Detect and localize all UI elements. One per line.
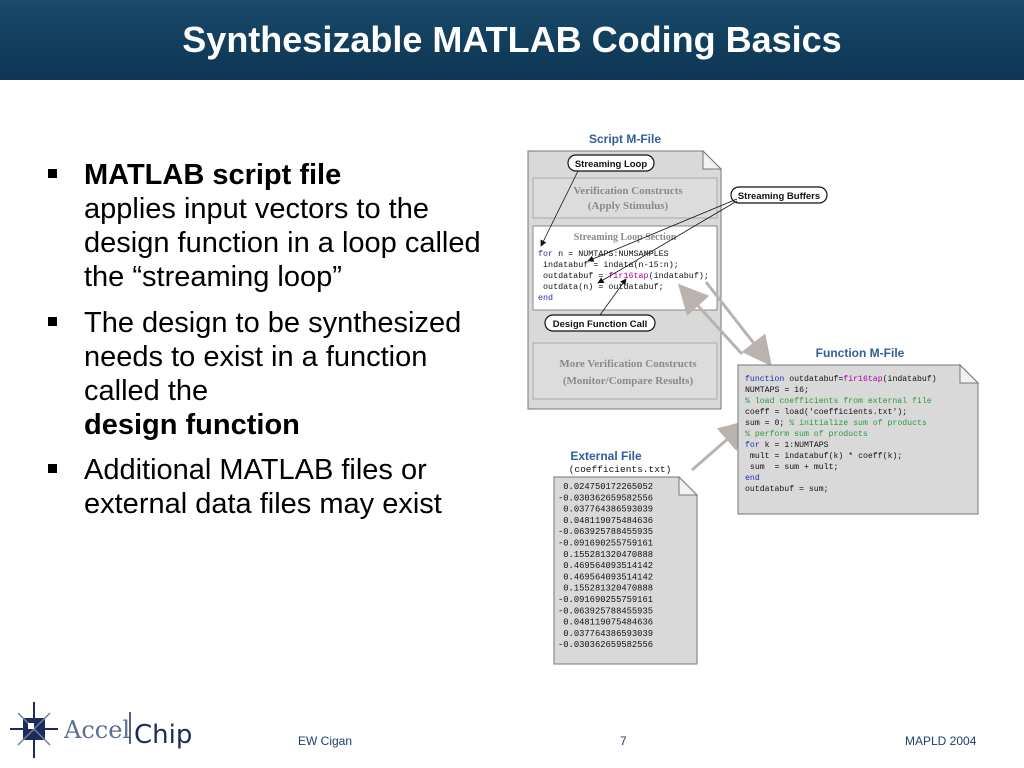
- verification-line2: (Apply Stimulus): [588, 200, 669, 212]
- coefficient-value: 0.037764386593039: [558, 629, 653, 639]
- code-line: NUMTAPS = 16;: [745, 386, 809, 395]
- callout-streaming-buffers-label: Streaming Buffers: [738, 191, 820, 202]
- code-line: coeff = load('coefficients.txt');: [745, 407, 907, 417]
- coefficient-value: 0.048119075484636: [558, 516, 653, 526]
- coefficient-value: 0.037764386593039: [558, 505, 653, 515]
- coefficient-value: -0.030362659582556: [558, 640, 653, 650]
- verification-box: [532, 177, 718, 219]
- accelchip-logo: Accel Chip: [10, 702, 192, 758]
- script-mfile-label: Script M-File: [589, 132, 661, 146]
- page-fold: [678, 475, 699, 496]
- code-line: function outdatabuf=fir16tap(indatabuf): [745, 374, 937, 384]
- external-file-label: External File: [570, 449, 642, 463]
- coefficient-value: -0.091690255759161: [558, 539, 653, 549]
- code-line: sum = sum + mult;: [745, 462, 838, 472]
- coefficient-value: -0.091690255759161: [558, 595, 653, 605]
- logo-text-accel: Accel: [63, 716, 130, 744]
- code-line: mult = indatabuf(k) * coeff(k);: [745, 451, 902, 461]
- callout-streaming-loop-label: Streaming Loop: [575, 159, 648, 170]
- logo-text-chip: Chip: [134, 720, 192, 750]
- coefficient-value: -0.063925788455935: [558, 527, 653, 537]
- more-verification-line2: (Monitor/Compare Results): [563, 375, 694, 387]
- code-line: outdata(n) = outdatabuf;: [538, 282, 664, 292]
- coefficient-value: -0.030362659582556: [558, 493, 653, 503]
- flow-diagram: Script M-File Verification Constructs (A…: [527, 132, 980, 665]
- code-line: sum = 0; % initialize sum of products: [745, 418, 927, 428]
- footer-author: EW Cigan: [298, 734, 353, 748]
- external-filename: (coefficients.txt): [569, 464, 672, 475]
- more-verification-box: [532, 342, 718, 400]
- code-line: % load coefficients from external file: [745, 396, 932, 406]
- coefficient-value: 0.024750172265052: [558, 482, 653, 492]
- footer-page-number: 7: [620, 734, 627, 748]
- footer-event: MAPLD 2004: [905, 734, 977, 748]
- logo-mark: [10, 702, 58, 758]
- callout-design-call-label: Design Function Call: [553, 319, 647, 330]
- code-line: end: [538, 293, 553, 303]
- coefficient-value: 0.155281320470888: [558, 584, 653, 594]
- coefficient-value: 0.469564093514142: [558, 561, 653, 571]
- loop-section-title: Streaming Loop Section: [574, 232, 677, 243]
- code-line: for k = 1:NUMTAPS: [745, 440, 829, 450]
- coefficient-value: -0.063925788455935: [558, 606, 653, 616]
- code-line: for n = NUMTAPS:NUMSAMPLES: [538, 249, 669, 259]
- page-fold: [702, 149, 723, 170]
- coefficient-list: 0.024750172265052-0.030362659582556 0.03…: [558, 482, 653, 650]
- more-verification-line1: More Verification Constructs: [559, 358, 697, 370]
- code-line: outdatabuf = fir16tap(indatabuf);: [538, 271, 709, 281]
- coefficient-value: 0.048119075484636: [558, 618, 653, 628]
- code-line: end: [745, 473, 760, 483]
- code-line: outdatabuf = sum;: [745, 484, 829, 494]
- coefficient-value: 0.469564093514142: [558, 572, 653, 582]
- verification-line1: Verification Constructs: [573, 185, 683, 197]
- coefficient-value: 0.155281320470888: [558, 550, 653, 560]
- code-line: % perform sum of products: [745, 429, 868, 439]
- page-fold: [959, 363, 980, 384]
- code-line: indatabuf = indata(n-15:n);: [538, 260, 679, 270]
- function-mfile-label: Function M-File: [816, 346, 905, 360]
